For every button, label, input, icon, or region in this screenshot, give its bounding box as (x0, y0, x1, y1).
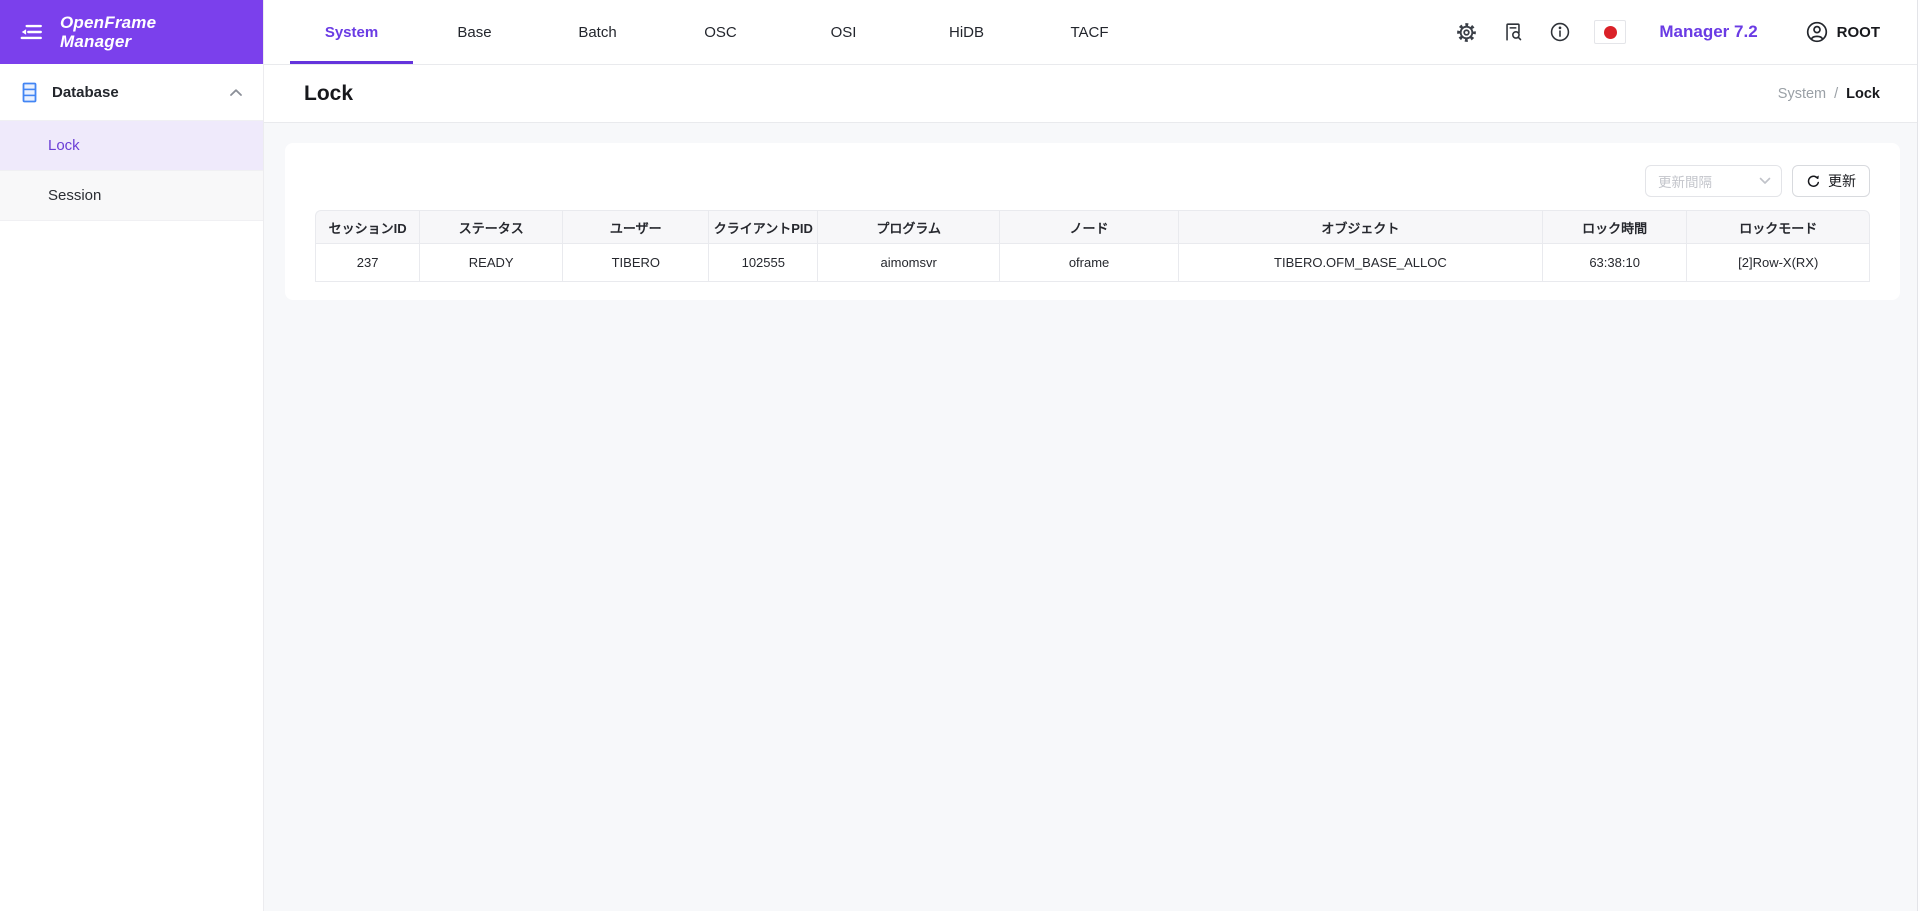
table-controls: 更新間隔 (315, 165, 1870, 197)
sidebar-item-session-label: Session (48, 187, 101, 204)
app-logo-line1: OpenFrame (60, 13, 156, 32)
col-node: ノード (999, 210, 1178, 244)
sidebar-group-label: Database (52, 84, 216, 101)
cell-client-pid: 102555 (708, 244, 817, 282)
settings-icon[interactable] (1453, 19, 1479, 45)
app-logo-line2: Manager (60, 32, 156, 51)
language-flag-japan-icon[interactable] (1594, 20, 1626, 44)
table-header-row: セッションID ステータス ユーザー クライアントPID プログラム ノード オ… (315, 210, 1870, 244)
module-tabs: System Base Batch OSC OSI HiDB TACF (290, 0, 1151, 64)
main-area: System Base Batch OSC OSI HiDB TACF (264, 0, 1920, 911)
col-program: プログラム (817, 210, 999, 244)
col-lock-time: ロック時間 (1542, 210, 1687, 244)
table-row[interactable]: 237 READY TIBERO 102555 aimomsvr oframe … (315, 244, 1870, 282)
cell-object: TIBERO.OFM_BASE_ALLOC (1178, 244, 1542, 282)
lock-table-card: 更新間隔 (285, 143, 1900, 300)
chevron-down-icon (1759, 177, 1771, 185)
tab-base[interactable]: Base (413, 0, 536, 64)
tab-batch[interactable]: Batch (536, 0, 659, 64)
sidebar: OpenFrame Manager Database (0, 0, 264, 911)
sidebar-menu: Database Lock Session (0, 64, 263, 221)
col-session-id: セッションID (315, 210, 419, 244)
flag-red-dot (1604, 26, 1617, 39)
openframe-manager-app: OpenFrame Manager Database (0, 0, 1920, 911)
sidebar-group-database[interactable]: Database (0, 64, 263, 121)
lock-table: セッションID ステータス ユーザー クライアントPID プログラム ノード オ… (315, 210, 1870, 282)
breadcrumb-system[interactable]: System (1778, 86, 1826, 102)
content-area: 更新間隔 (264, 123, 1920, 911)
info-icon[interactable] (1547, 19, 1573, 45)
breadcrumb: System / Lock (1778, 86, 1880, 102)
refresh-interval-select[interactable]: 更新間隔 (1645, 165, 1782, 197)
cell-status: READY (419, 244, 562, 282)
tab-osi[interactable]: OSI (782, 0, 905, 64)
cell-program: aimomsvr (817, 244, 999, 282)
col-lock-mode: ロックモード (1686, 210, 1870, 244)
cell-lock-mode: [2]Row-X(RX) (1686, 244, 1870, 282)
user-icon (1805, 20, 1829, 44)
col-status: ステータス (419, 210, 562, 244)
refresh-interval-placeholder: 更新間隔 (1658, 171, 1759, 191)
tab-tacf[interactable]: TACF (1028, 0, 1151, 64)
sidebar-item-session[interactable]: Session (0, 171, 263, 221)
logo-bar: OpenFrame Manager (0, 0, 263, 64)
col-user: ユーザー (562, 210, 708, 244)
breadcrumb-lock: Lock (1846, 86, 1880, 102)
refresh-icon (1806, 174, 1821, 189)
refresh-button-label: 更新 (1828, 171, 1856, 191)
cell-user: TIBERO (562, 244, 708, 282)
col-client-pid: クライアントPID (708, 210, 817, 244)
log-search-icon[interactable] (1500, 19, 1526, 45)
page-title: Lock (304, 82, 353, 106)
sidebar-item-lock[interactable]: Lock (0, 121, 263, 171)
top-navigation: System Base Batch OSC OSI HiDB TACF (264, 0, 1920, 65)
sidebar-item-lock-label: Lock (48, 137, 80, 154)
tab-osc[interactable]: OSC (659, 0, 782, 64)
database-icon (20, 82, 39, 103)
user-menu[interactable]: ROOT (1805, 20, 1880, 44)
cell-session-id: 237 (315, 244, 419, 282)
cell-lock-time: 63:38:10 (1542, 244, 1687, 282)
chevron-up-icon (229, 88, 243, 97)
cell-node: oframe (999, 244, 1178, 282)
sidebar-collapse-icon[interactable] (16, 17, 46, 47)
app-logo[interactable]: OpenFrame Manager (60, 13, 156, 51)
version-label: Manager 7.2 (1659, 22, 1757, 42)
page-header: Lock System / Lock (264, 65, 1920, 123)
tab-hidb[interactable]: HiDB (905, 0, 1028, 64)
topnav-right: Manager 7.2 ROOT (1453, 0, 1920, 64)
breadcrumb-separator: / (1834, 86, 1838, 102)
col-object: オブジェクト (1178, 210, 1542, 244)
tab-system[interactable]: System (290, 0, 413, 64)
refresh-button[interactable]: 更新 (1792, 165, 1870, 197)
user-name: ROOT (1837, 24, 1880, 41)
